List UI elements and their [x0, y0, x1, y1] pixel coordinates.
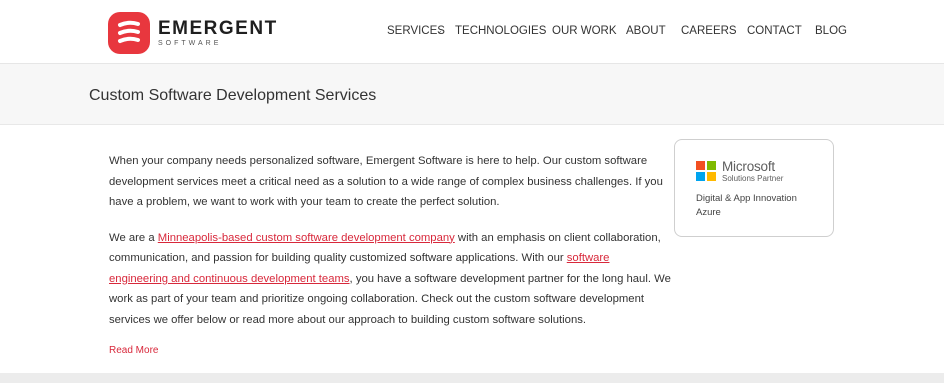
- page-title: Custom Software Development Services: [89, 87, 377, 104]
- about-text-1: We are a: [109, 231, 158, 244]
- partner-designation: Digital & App Innovation: [696, 193, 797, 204]
- intro-paragraph: When your company needs personalized sof…: [109, 155, 663, 208]
- nav-about[interactable]: ABOUT: [626, 25, 666, 37]
- emergent-logo-icon: [108, 12, 150, 54]
- nav-contact[interactable]: CONTACT: [747, 25, 802, 37]
- partner-name: Microsoft: [722, 159, 775, 174]
- minneapolis-company-link[interactable]: Minneapolis-based custom software develo…: [158, 232, 455, 244]
- partner-platform: Azure: [696, 207, 721, 218]
- read-more-link[interactable]: Read More: [109, 345, 671, 356]
- nav-our-work[interactable]: OUR WORK: [552, 25, 617, 37]
- nav-blog[interactable]: BLOG: [815, 25, 847, 37]
- page-title-band: Custom Software Development Services: [0, 64, 944, 125]
- next-section-band: [0, 373, 944, 383]
- site-header: EMERGENT SOFTWARE SERVICES ⌄ TECHNOLOGIE…: [0, 0, 944, 64]
- brand-sub: SOFTWARE: [158, 39, 222, 47]
- partner-sub: Solutions Partner: [722, 174, 784, 183]
- brand-logo[interactable]: EMERGENT SOFTWARE: [108, 12, 278, 54]
- chevron-down-icon[interactable]: ⌄: [436, 26, 443, 35]
- microsoft-partner-badge: Microsoft Solutions Partner Digital & Ap…: [674, 139, 834, 237]
- nav-technologies[interactable]: TECHNOLOGIES: [455, 25, 546, 37]
- about-paragraph: We are a Minneapolis-based custom softwa…: [109, 228, 671, 331]
- microsoft-logo-icon: [696, 161, 716, 181]
- nav-careers[interactable]: CAREERS: [681, 25, 737, 37]
- main-content: When your company needs personalized sof…: [109, 151, 671, 356]
- brand-name: EMERGENT: [158, 17, 278, 39]
